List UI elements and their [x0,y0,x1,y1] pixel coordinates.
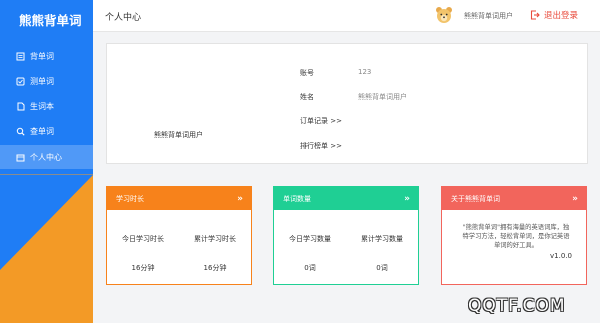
sidebar-item-test[interactable]: 测单词 [0,69,93,93]
profile-panel: 熊熊背单词用户 账号 123 姓名 熊熊背单词用户 订单记录 >> 排行榜单 >… [106,43,588,164]
sidebar-decoration [0,175,93,270]
word-count-title: 单词数量 [283,194,311,203]
logout-icon [530,10,540,20]
study-time-card-header: 学习时长 » [107,187,251,210]
notebook-icon [15,101,25,111]
quiz-icon [15,76,25,86]
logout-button[interactable]: 退出登录 [530,9,578,21]
total-study-time-label: 累计学习时长 [194,235,236,243]
name-value: 熊熊背单词用户 [358,93,407,101]
name-label: 姓名 [300,93,314,101]
top-bar: 个人中心 熊熊背单词用户 退出登录 [93,0,600,32]
sidebar-item-label: 个人中心 [30,152,62,162]
word-count-card: 单词数量 » 今日学习数量 累计学习数量 0词 0词 [273,186,419,285]
search-icon [15,126,25,136]
sidebar-item-lookup[interactable]: 查单词 [0,119,93,143]
study-time-title: 学习时长 [116,194,144,203]
account-value: 123 [358,68,372,76]
header-username: 熊熊背单词用户 [464,12,513,20]
page-title: 个人中心 [105,13,142,23]
total-word-count-label: 累计学习数量 [361,235,403,243]
study-time-card: 学习时长 » 今日学习时长 累计学习时长 16分钟 16分钟 [106,186,252,285]
chevron-right-icon[interactable]: » [404,194,410,204]
ranking-link[interactable]: 排行榜单 >> [300,141,342,151]
about-title: 关于熊熊背单词 [451,194,500,203]
sidebar-item-profile[interactable]: 个人中心 [0,145,93,169]
sidebar-item-memorize[interactable]: 背单词 [0,44,93,68]
word-count-card-header: 单词数量 » [274,187,418,210]
today-word-count-label: 今日学习数量 [289,235,331,243]
today-study-time-label: 今日学习时长 [122,235,164,243]
sidebar-item-label: 查单词 [30,126,54,136]
total-study-time-value: 16分钟 [203,264,227,272]
logout-label: 退出登录 [544,11,579,21]
orders-link[interactable]: 订单记录 >> [300,116,342,126]
sidebar-item-label: 背单词 [30,51,54,61]
profile-display-name: 熊熊背单词用户 [154,131,203,139]
about-card-header: 关于熊熊背单词 » [442,187,586,210]
chevron-right-icon[interactable]: » [572,194,578,204]
about-description: "熊熊背单词"拥有海量的英语词库，独特学习方法，轻松背单词，是你记英语单词的好工… [462,224,570,249]
sidebar-item-label: 生词本 [30,101,54,111]
app-title: 熊熊背单词 [19,13,82,28]
sidebar: 熊熊背单词 背单词 测单词 生词本 查单词 个人中心 [0,0,93,323]
today-study-time-value: 16分钟 [131,264,155,272]
app-version: v1.0.0 [550,252,572,260]
book-icon [15,51,25,61]
about-card: 关于熊熊背单词 » "熊熊背单词"拥有海量的英语词库，独特学习方法，轻松背单词，… [441,186,587,285]
sidebar-item-notebook[interactable]: 生词本 [0,94,93,118]
total-word-count-value: 0词 [376,264,388,272]
sidebar-item-label: 测单词 [30,76,54,86]
account-label: 账号 [300,69,314,77]
watermark: QQTF.COM [468,296,566,316]
today-word-count-value: 0词 [304,264,316,272]
calendar-icon [15,152,25,162]
chevron-right-icon[interactable]: » [237,194,243,204]
bear-avatar[interactable] [435,6,453,24]
